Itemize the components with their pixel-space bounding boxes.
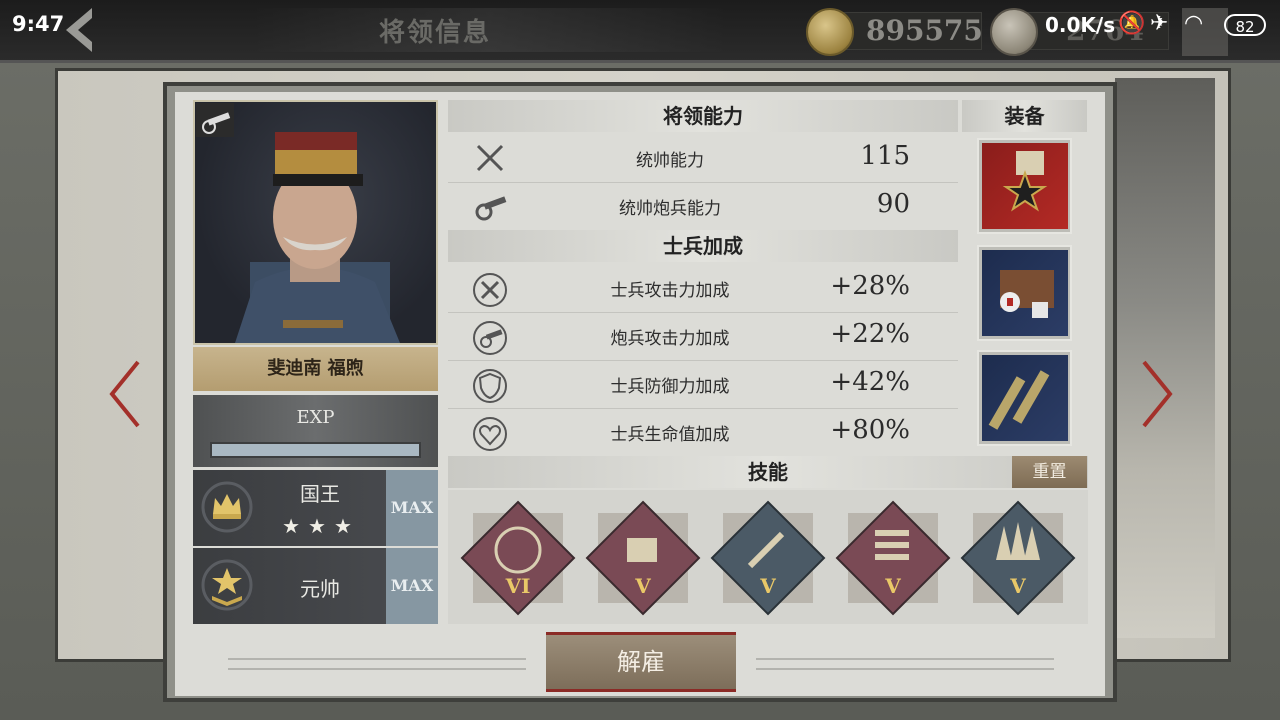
previous-general-button[interactable] (108, 360, 142, 428)
section-ability-heading: 将领能力 (448, 100, 958, 132)
binoculars-icon (982, 355, 1068, 441)
section-skills-heading: 技能 (448, 456, 1088, 488)
wifi-icon: ◠ (1184, 11, 1204, 36)
section-soldier-bonus-heading: 士兵加成 (448, 230, 958, 262)
max-badge: MAX (386, 548, 438, 624)
skill-4[interactable] (835, 500, 951, 616)
ability-value: 90 (876, 189, 910, 219)
chevron-left-icon (109, 360, 140, 428)
rank-stars: ★★★ (282, 514, 360, 538)
heart-plus-icon (473, 417, 507, 451)
section-equipment-heading: 装备 (962, 100, 1087, 132)
net-speed: 0.0K/s (1045, 13, 1116, 37)
fortification-icon (627, 538, 657, 562)
bonus-value: +80% (830, 415, 910, 445)
divider (756, 658, 1054, 670)
dismiss-button[interactable]: 解雇 (546, 632, 736, 692)
exp-progress-bar (210, 442, 421, 458)
shells-icon (875, 530, 909, 560)
crossed-swords-icon (476, 144, 504, 172)
skill-2[interactable] (585, 500, 701, 616)
silver-coin-icon (990, 8, 1038, 56)
next-general-button[interactable] (1140, 360, 1174, 428)
mute-icon: 🔕 (1118, 11, 1146, 36)
skill-1[interactable] (460, 500, 576, 616)
medical-kit-icon (982, 250, 1068, 336)
crown-icon (201, 481, 253, 533)
back-arrow-icon (66, 8, 92, 52)
bonus-value: +28% (830, 271, 910, 301)
status-time: 9:47 (12, 12, 65, 36)
bonus-label: 士兵攻击力加成 (610, 281, 730, 301)
cannon-icon (475, 196, 507, 221)
skill-3[interactable] (710, 500, 826, 616)
page-title: 将领信息 (378, 18, 491, 48)
skill-level: V (1010, 574, 1026, 598)
general-name: 斐迪南 福煦 (193, 347, 438, 391)
skill-5[interactable] (960, 500, 1076, 616)
battery-indicator: 82 (1224, 14, 1266, 36)
back-button[interactable] (58, 6, 98, 54)
gold-coin-icon (806, 8, 854, 56)
chevron-right-icon (1142, 360, 1173, 428)
gold-amount: 895575 (866, 14, 983, 47)
max-badge: MAX (386, 470, 438, 546)
airplane-icon: ✈ (1150, 11, 1169, 36)
marshal-insignia-icon (201, 559, 253, 611)
bonus-label: 炮兵攻击力加成 (610, 329, 730, 349)
background-photo (1115, 78, 1215, 638)
ability-label: 统帅炮兵能力 (619, 199, 721, 219)
reset-button[interactable]: 重置 (1012, 456, 1087, 488)
cannon-plus-icon (473, 321, 507, 355)
rank-title-marshal: 元帅 (300, 577, 340, 601)
bonus-label: 士兵防御力加成 (610, 377, 730, 397)
medal-icon (982, 143, 1068, 229)
ability-value: 115 (860, 141, 910, 171)
bonus-value: +22% (830, 319, 910, 349)
rank-title-king: 国王 (300, 482, 340, 506)
bonus-value: +42% (830, 367, 910, 397)
skill-level: V (635, 574, 651, 598)
ability-label: 统帅能力 (636, 151, 704, 171)
sword-plus-icon (473, 273, 507, 307)
exp-label: EXP (296, 407, 335, 428)
skill-level: VI (505, 574, 531, 598)
bonus-label: 士兵生命值加成 (610, 425, 730, 445)
skill-level: V (885, 574, 901, 598)
divider (228, 658, 526, 670)
shield-plus-icon (473, 369, 507, 403)
portrait-image (235, 132, 400, 343)
artillery-class-icon (196, 103, 234, 137)
skill-level: V (760, 574, 776, 598)
